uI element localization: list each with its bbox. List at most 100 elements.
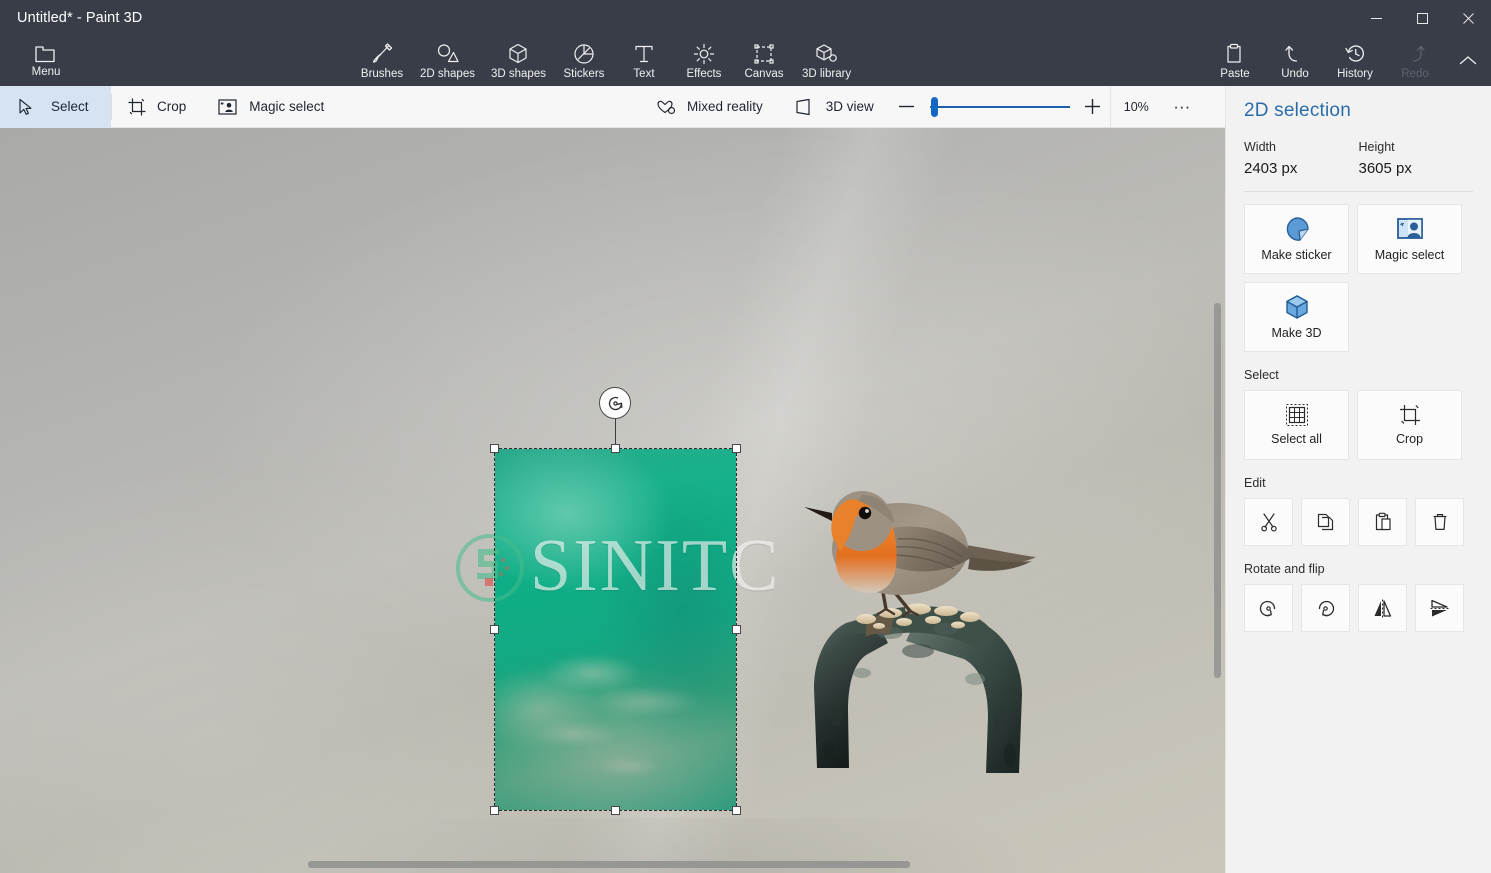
rotate-group-label: Rotate and flip xyxy=(1244,562,1473,576)
scissors-icon xyxy=(1259,512,1279,532)
flip-vertical-button[interactable] xyxy=(1415,584,1464,632)
3d-view-label: 3D view xyxy=(826,99,874,114)
zoom-slider-track xyxy=(930,106,1070,108)
bird-artwork[interactable] xyxy=(770,483,1050,778)
copy-button[interactable] xyxy=(1301,498,1350,546)
crop-icon xyxy=(128,98,146,116)
horizontal-scrollbar[interactable] xyxy=(308,861,910,868)
undo-icon xyxy=(1285,43,1305,65)
crop-panel-button[interactable]: Crop xyxy=(1357,390,1462,460)
more-options-button[interactable]: ··· xyxy=(1162,86,1202,128)
resize-handle-s[interactable] xyxy=(611,806,620,815)
3d-view-button[interactable]: 3D view xyxy=(779,86,890,128)
action-label: History xyxy=(1337,68,1373,80)
select-all-button[interactable]: Select all xyxy=(1244,390,1349,460)
resize-handle-sw[interactable] xyxy=(490,806,499,815)
maximize-button[interactable] xyxy=(1399,0,1445,36)
menu-button[interactable]: Menu xyxy=(16,36,76,86)
edit-actions xyxy=(1244,498,1473,546)
tool-brushes[interactable]: Brushes xyxy=(352,36,412,86)
make-sticker-button[interactable]: Make sticker xyxy=(1244,204,1349,274)
rotate-right-button[interactable] xyxy=(1301,584,1350,632)
maximize-icon xyxy=(1417,13,1428,24)
rotate-handle[interactable] xyxy=(599,387,631,419)
robin-on-stone-photo xyxy=(770,483,1050,778)
paste-button[interactable]: Paste xyxy=(1205,36,1265,86)
select-tool-tab[interactable]: Select xyxy=(0,86,111,128)
2d-shapes-icon xyxy=(435,43,459,65)
undo-button[interactable]: Undo xyxy=(1265,36,1325,86)
history-button[interactable]: History xyxy=(1325,36,1385,86)
tool-label: 2D shapes xyxy=(420,68,475,80)
close-button[interactable] xyxy=(1445,0,1491,36)
3d-view-icon xyxy=(795,98,815,116)
zoom-slider[interactable] xyxy=(930,86,1070,128)
minimize-button[interactable] xyxy=(1353,0,1399,36)
magic-select-icon xyxy=(218,98,238,116)
paste-panel-button[interactable] xyxy=(1358,498,1407,546)
flip-horizontal-button[interactable] xyxy=(1358,584,1407,632)
properties-panel: 2D selection Width 2403 px Height 3605 p… xyxy=(1225,86,1491,873)
tool-effects[interactable]: Effects xyxy=(674,36,734,86)
tool-label: 3D library xyxy=(802,68,851,80)
select-tool-label: Select xyxy=(51,99,89,114)
action-label: Undo xyxy=(1281,68,1309,80)
tool-stickers[interactable]: Stickers xyxy=(554,36,614,86)
select-actions: Select all Crop xyxy=(1244,390,1473,460)
height-value: 3605 px xyxy=(1359,160,1474,177)
mixed-reality-icon xyxy=(656,98,676,116)
tile-label: Magic select xyxy=(1375,248,1444,262)
tool-text[interactable]: Text xyxy=(614,36,674,86)
tool-3d-library[interactable]: 3D library xyxy=(794,36,859,86)
canvas-icon xyxy=(753,43,775,65)
ribbon-toolbar: Menu Brushes 2D shapes 3D shapes xyxy=(0,36,1491,86)
zoom-slider-thumb[interactable] xyxy=(931,97,938,117)
ribbon-tools: Brushes 2D shapes 3D shapes Stickers xyxy=(352,36,859,86)
zoom-in-button[interactable] xyxy=(1076,86,1110,128)
selection-frame[interactable] xyxy=(495,449,736,810)
delete-button[interactable] xyxy=(1415,498,1464,546)
menu-label: Menu xyxy=(32,66,61,78)
crop-tool-tab[interactable]: Crop xyxy=(112,86,202,128)
resize-handle-e[interactable] xyxy=(732,625,741,634)
panel-title: 2D selection xyxy=(1244,100,1473,122)
collapse-ribbon-button[interactable] xyxy=(1445,36,1491,86)
zoom-percentage[interactable]: 10% xyxy=(1110,86,1162,128)
mixed-reality-label: Mixed reality xyxy=(687,99,763,114)
magic-select-panel-button[interactable]: Magic select xyxy=(1357,204,1462,274)
resize-handle-se[interactable] xyxy=(732,806,741,815)
resize-handle-nw[interactable] xyxy=(490,444,499,453)
3d-shapes-icon xyxy=(508,43,528,65)
resize-handle-ne[interactable] xyxy=(732,444,741,453)
paste-icon xyxy=(1225,43,1245,65)
redo-button[interactable]: Redo xyxy=(1385,36,1445,86)
copy-icon xyxy=(1316,512,1336,532)
flip-vertical-icon xyxy=(1429,598,1450,619)
zoom-out-button[interactable] xyxy=(890,86,924,128)
rotate-right-icon xyxy=(1315,598,1336,619)
crop-tool-label: Crop xyxy=(157,99,186,114)
canvas-area[interactable]: SINITC xyxy=(0,128,1225,873)
title-bar: Untitled* - Paint 3D xyxy=(0,0,1491,36)
action-label: Paste xyxy=(1220,68,1249,80)
resize-handle-n[interactable] xyxy=(611,444,620,453)
folder-icon xyxy=(35,45,57,63)
rotate-left-button[interactable] xyxy=(1244,584,1293,632)
tool-label: Effects xyxy=(686,68,721,80)
cut-button[interactable] xyxy=(1244,498,1293,546)
sub-toolbar: Select Crop Magic select Mixed reality xyxy=(0,86,1225,128)
magic-select-tool-tab[interactable]: Magic select xyxy=(202,86,340,128)
tool-2d-shapes[interactable]: 2D shapes xyxy=(412,36,483,86)
tool-3d-shapes[interactable]: 3D shapes xyxy=(483,36,554,86)
magic-select-tool-label: Magic select xyxy=(249,99,324,114)
crop-tile-icon xyxy=(1399,404,1421,426)
tool-canvas[interactable]: Canvas xyxy=(734,36,794,86)
tool-label: Text xyxy=(633,68,654,80)
3d-library-icon xyxy=(815,43,838,65)
make-3d-button[interactable]: Make 3D xyxy=(1244,282,1349,352)
resize-handle-w[interactable] xyxy=(490,625,499,634)
mixed-reality-button[interactable]: Mixed reality xyxy=(640,86,779,128)
text-icon xyxy=(634,43,654,65)
vertical-scrollbar[interactable] xyxy=(1214,303,1221,678)
trash-icon xyxy=(1430,512,1450,532)
